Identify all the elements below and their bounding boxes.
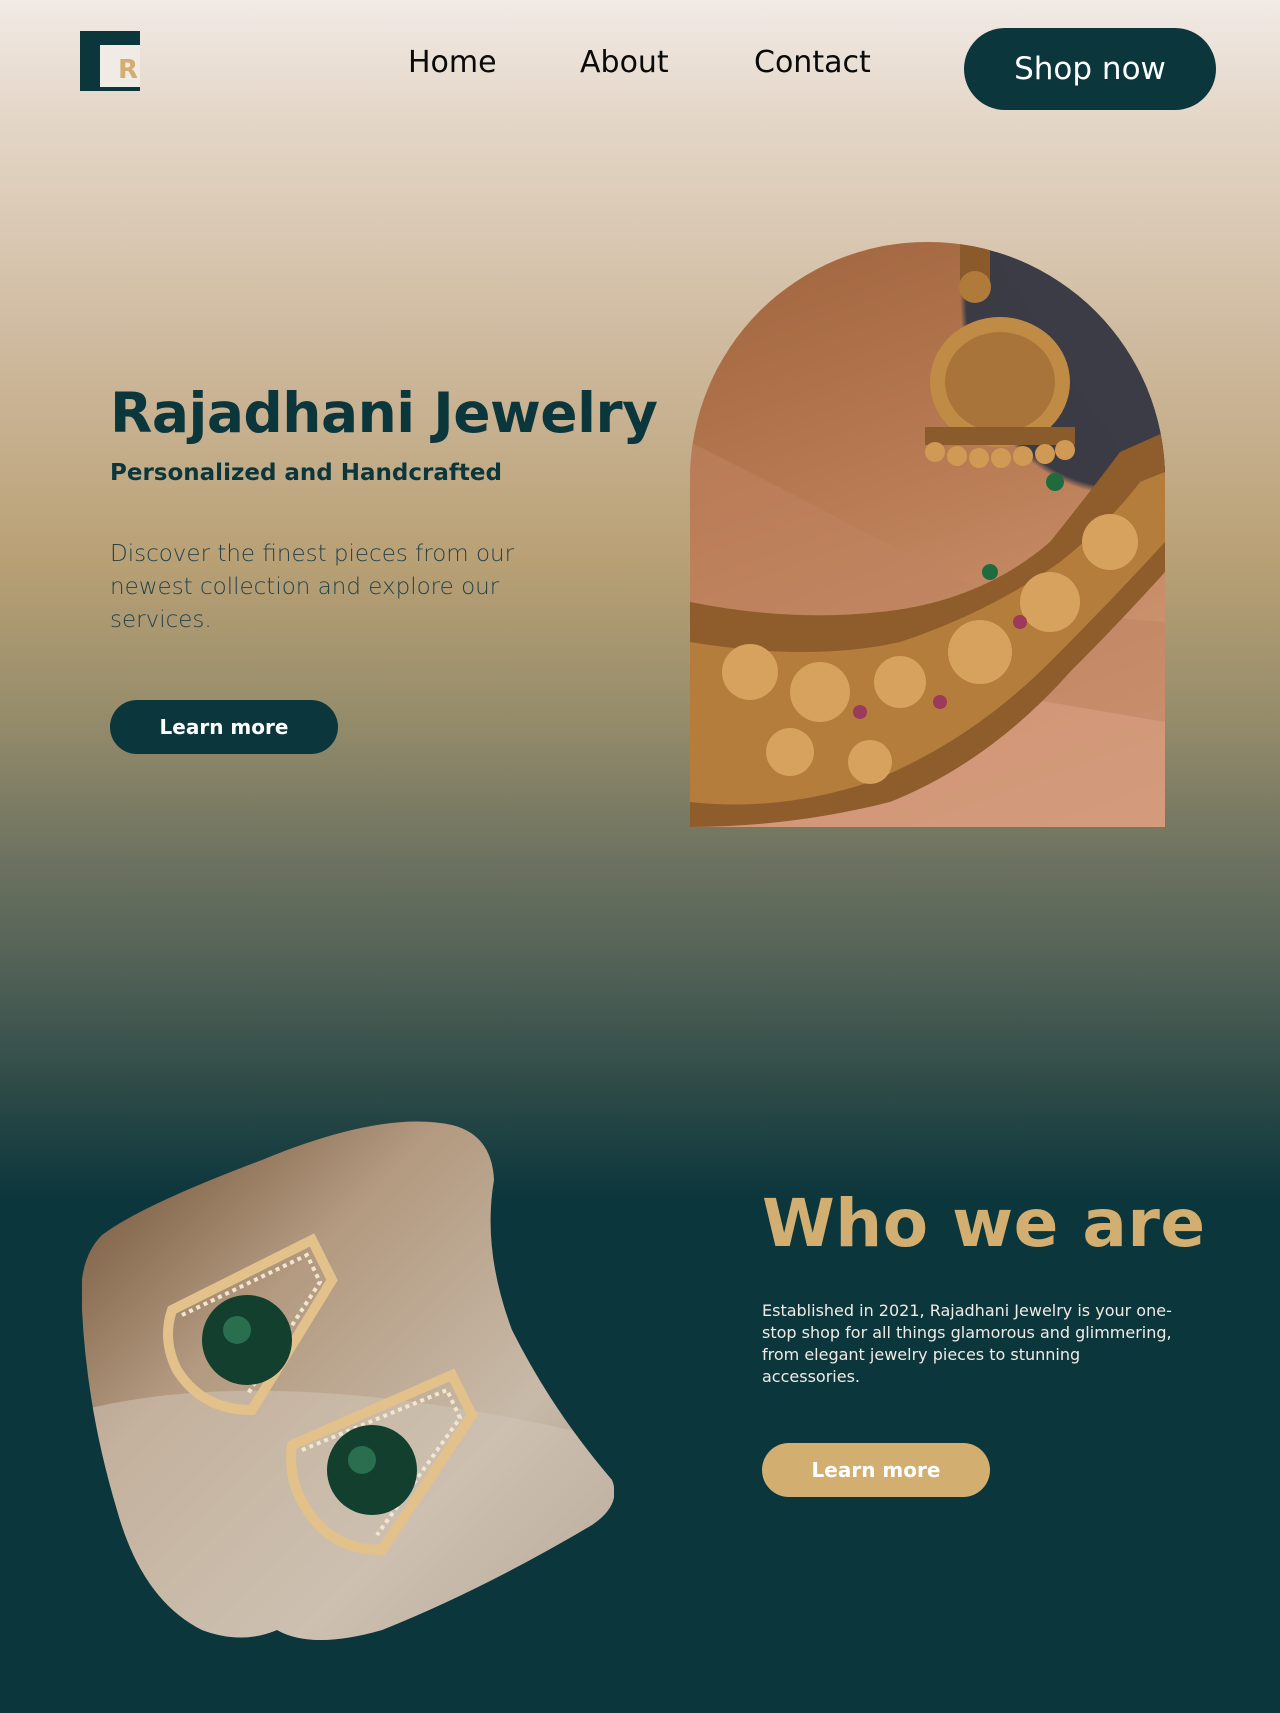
brand-logo[interactable]: R: [80, 31, 140, 91]
hero-subtitle: Personalized and Handcrafted: [110, 460, 502, 486]
necklace-illustration: [690, 242, 1165, 827]
logo-letter: R: [118, 55, 139, 85]
earrings-photo: [82, 1110, 614, 1640]
nav-home-link[interactable]: Home: [408, 48, 497, 78]
earrings-illustration: [82, 1121, 614, 1640]
hero-learn-more-button[interactable]: Learn more: [110, 700, 338, 754]
about-learn-more-button[interactable]: Learn more: [762, 1443, 990, 1497]
about-title: Who we are: [762, 1185, 1206, 1262]
nav-contact-link[interactable]: Contact: [754, 48, 871, 78]
hero-title: Rajadhani Jewelry: [110, 381, 658, 445]
about-description: Established in 2021, Rajadhani Jewelry i…: [762, 1301, 1172, 1386]
necklace-photo: [690, 242, 1165, 827]
shop-now-button[interactable]: Shop now: [964, 28, 1216, 110]
nav-about-link[interactable]: About: [580, 48, 669, 78]
hero-description: Discover the finest pieces from our newe…: [110, 541, 515, 633]
